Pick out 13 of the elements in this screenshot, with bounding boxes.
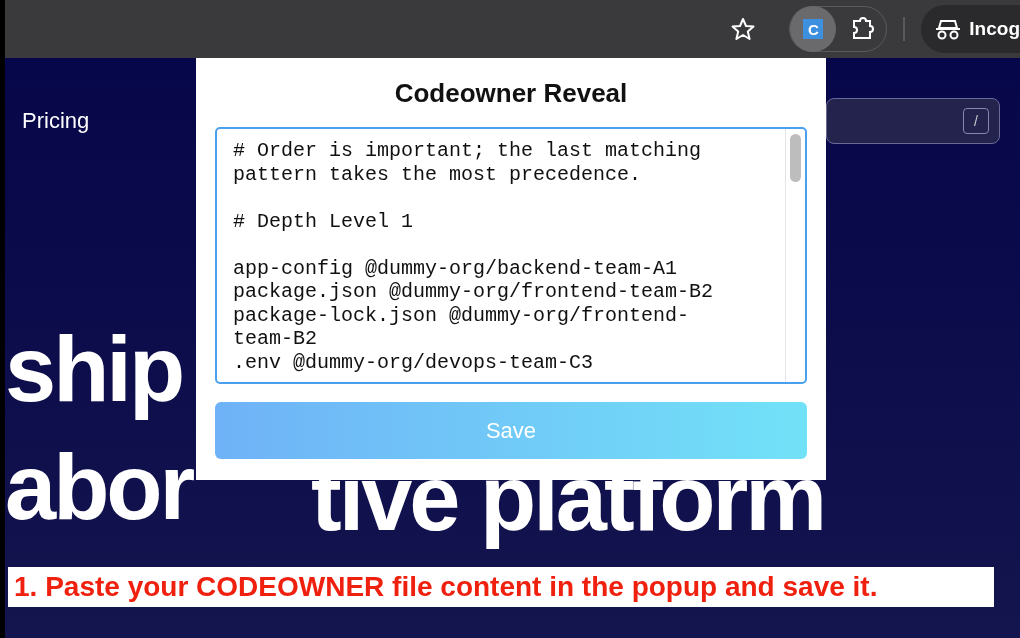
instruction-caption: 1. Paste your CODEOWNER file content in the popup and save it. xyxy=(8,567,994,608)
headline-text: ship xyxy=(5,317,183,422)
nav-link[interactable]: Pricing xyxy=(22,108,90,134)
shortcut-key: / xyxy=(963,108,989,134)
popup-title: Codeowner Reveal xyxy=(394,78,628,109)
incognito-icon xyxy=(935,18,962,40)
scrollbar-thumb[interactable] xyxy=(790,134,801,182)
bookmark-star-icon[interactable] xyxy=(731,17,756,41)
puzzle-icon[interactable] xyxy=(850,16,877,42)
codeowners-text-area[interactable]: # Order is important; the last matching pattern takes the most precedence. # Depth Level 1 app-config @dummy-org/backend-team-A1 package.json @dummy-org/frontend-team-B2 package-lock.json @dummy-org/frontend-team-B2 .env @dummy-org/devops-team-C3 xyxy=(215,127,807,384)
search-field[interactable]: / xyxy=(826,98,1000,144)
profile-button[interactable]: Incog xyxy=(921,5,1020,53)
headline-text: abor xyxy=(5,435,193,541)
